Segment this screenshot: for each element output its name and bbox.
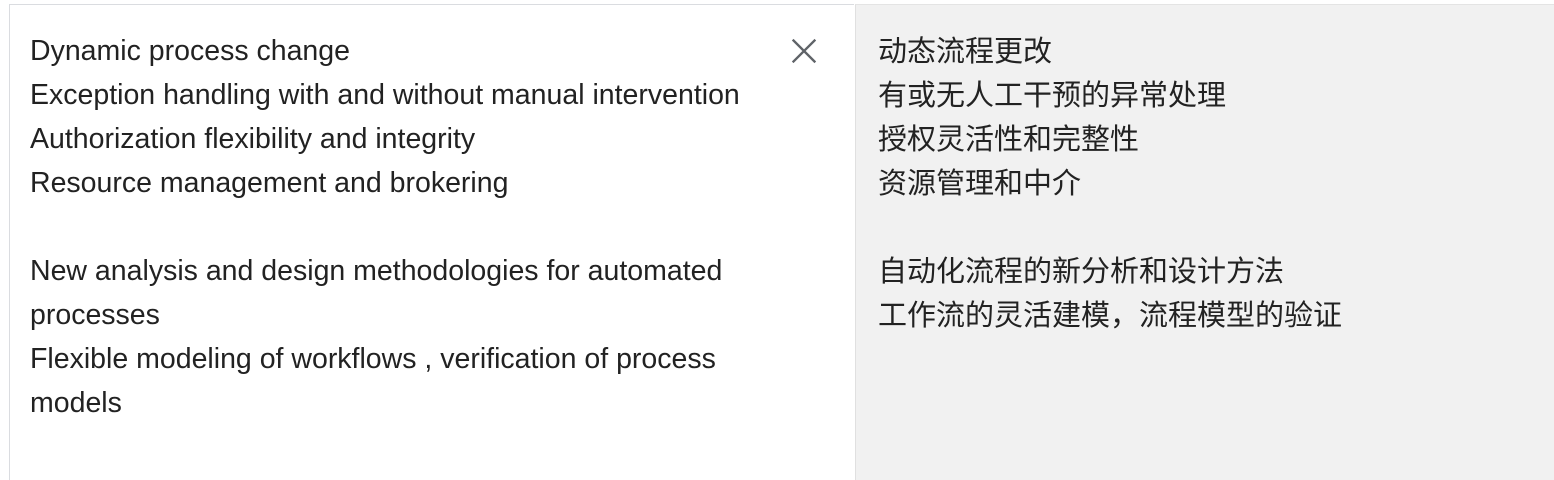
clear-source-button[interactable] [784,31,824,71]
translation-output-text: 动态流程更改 有或无人工干预的异常处理 授权灵活性和完整性 资源管理和中介 自动… [878,34,1343,332]
translation-output-panel: 动态流程更改 有或无人工干预的异常处理 授权灵活性和完整性 资源管理和中介 自动… [855,4,1554,480]
source-text-panel: Dynamic process change Exception handlin… [9,4,854,480]
source-text-input[interactable]: Dynamic process change Exception handlin… [30,29,770,425]
translate-page: Dynamic process change Exception handlin… [0,0,1554,480]
close-icon [791,38,817,64]
